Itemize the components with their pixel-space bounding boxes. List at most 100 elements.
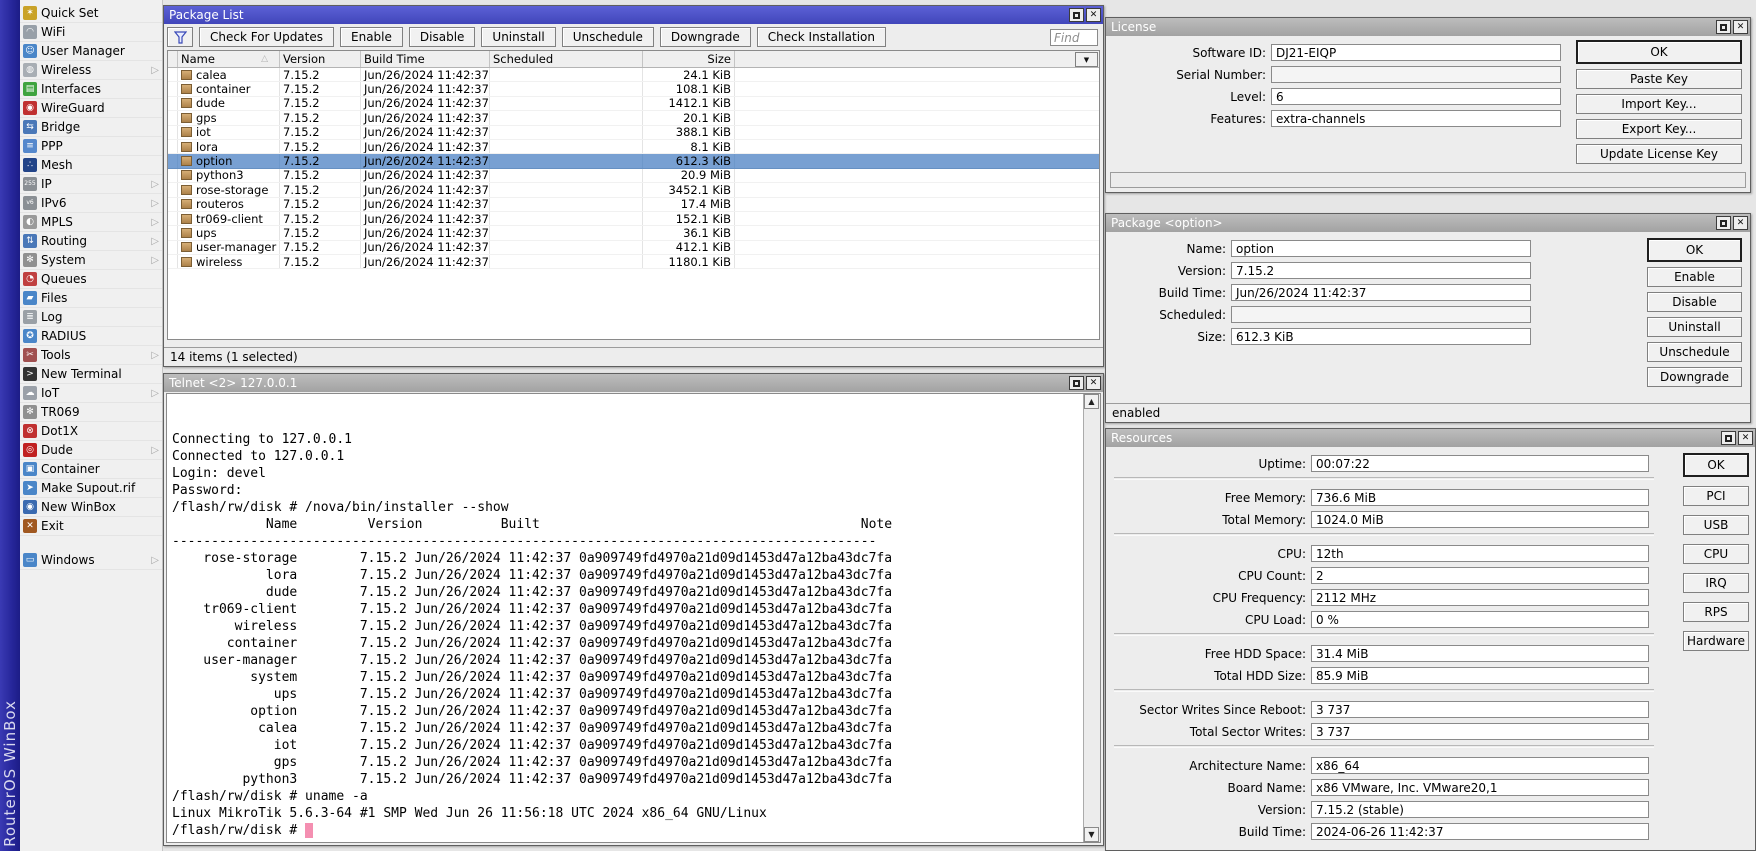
check-for-updates-button[interactable]: Check For Updates [199,27,334,47]
package-option-titlebar[interactable]: Package <option> ✕ [1106,214,1750,232]
sidebar-item-windows[interactable]: ▭Windows▷ [20,551,162,570]
license-ok-button[interactable]: OK [1576,40,1742,64]
close-button[interactable]: ✕ [1086,8,1101,22]
sidebar-item-new-winbox[interactable]: ◉New WinBox [20,498,162,517]
resources-field-board-name[interactable]: x86 VMware, Inc. VMware20,1 [1311,779,1649,796]
terminal-output[interactable]: Connecting to 127.0.0.1Connected to 127.… [172,397,1080,840]
resources-irq-button[interactable]: IRQ [1683,573,1749,593]
license-import-key-button[interactable]: Import Key... [1576,94,1742,114]
sidebar-item-ip[interactable]: 255IP▷ [20,175,162,194]
sidebar-item-new-terminal[interactable]: >New Terminal [20,365,162,384]
table-row-python3[interactable]: python37.15.2Jun/26/2024 11:42:3720.9 Mi… [168,169,1099,183]
check-installation-button[interactable]: Check Installation [757,27,886,47]
license-field-software-id[interactable]: DJ21-EIQP [1271,44,1561,61]
table-row-calea[interactable]: calea7.15.2Jun/26/2024 11:42:3724.1 KiB [168,68,1099,82]
sidebar-item-make-supout-rif[interactable]: ➤Make Supout.rif [20,479,162,498]
sidebar-item-container[interactable]: ▣Container [20,460,162,479]
column-header-version[interactable]: Version [280,51,361,67]
sidebar-item-wireless[interactable]: ◍Wireless▷ [20,61,162,80]
uninstall-button[interactable]: Uninstall [481,27,555,47]
resources-ok-button[interactable]: OK [1683,453,1749,477]
sidebar-item-system[interactable]: ✻System▷ [20,251,162,270]
maximize-button[interactable] [1069,8,1084,22]
column-header-build-time[interactable]: Build Time [361,51,490,67]
sidebar-item-interfaces[interactable]: ▤Interfaces [20,80,162,99]
resources-field-free-memory[interactable]: 736.6 MiB [1311,489,1649,506]
table-row-gps[interactable]: gps7.15.2Jun/26/2024 11:42:3720.1 KiB [168,111,1099,125]
license-paste-key-button[interactable]: Paste Key [1576,69,1742,89]
sidebar-item-user-manager[interactable]: ☺User Manager [20,42,162,61]
license-titlebar[interactable]: License ✕ [1106,18,1750,36]
resources-cpu-button[interactable]: CPU [1683,544,1749,564]
resources-titlebar[interactable]: Resources ✕ [1106,429,1755,447]
license-field-level[interactable]: 6 [1271,88,1561,105]
sidebar-item-mesh[interactable]: ∴Mesh [20,156,162,175]
package-option-downgrade-button[interactable]: Downgrade [1647,367,1742,387]
close-button[interactable]: ✕ [1738,431,1753,445]
license-export-key-button[interactable]: Export Key... [1576,119,1742,139]
license-field-features[interactable]: extra-channels [1271,110,1561,127]
table-row-routeros[interactable]: routeros7.15.2Jun/26/2024 11:42:3717.4 M… [168,198,1099,212]
table-row-rose-storage[interactable]: rose-storage7.15.2Jun/26/2024 11:42:3734… [168,183,1099,197]
sidebar-item-queues[interactable]: ◔Queues [20,270,162,289]
resources-field-cpu-frequency[interactable]: 2112 MHz [1311,589,1649,606]
package-option-disable-button[interactable]: Disable [1647,292,1742,312]
table-row-option[interactable]: option7.15.2Jun/26/2024 11:42:37612.3 Ki… [168,154,1099,168]
unschedule-button[interactable]: Unschedule [562,27,654,47]
telnet-titlebar[interactable]: Telnet <2> 127.0.0.1 ✕ [164,374,1103,392]
disable-button[interactable]: Disable [409,27,476,47]
resources-field-cpu-load[interactable]: 0 % [1311,611,1649,628]
maximize-button[interactable] [1716,216,1731,230]
sidebar-item-iot[interactable]: ☁IoT▷ [20,384,162,403]
find-input[interactable] [1050,29,1098,46]
sidebar-item-wireguard[interactable]: ◉WireGuard [20,99,162,118]
package-option-enable-button[interactable]: Enable [1647,267,1742,287]
license-update-license-key-button[interactable]: Update License Key [1576,144,1742,164]
resources-field-total-hdd-size[interactable]: 85.9 MiB [1311,667,1649,684]
resources-pci-button[interactable]: PCI [1683,486,1749,506]
package-option-field-name[interactable]: option [1231,240,1531,257]
scroll-up-button[interactable]: ▲ [1084,394,1099,409]
resources-field-free-hdd-space[interactable]: 31.4 MiB [1311,645,1649,662]
sidebar-item-exit[interactable]: ✕Exit [20,517,162,536]
package-option-field-build-time[interactable]: Jun/26/2024 11:42:37 [1231,284,1531,301]
resources-field-total-sector-writes[interactable]: 3 737 [1311,723,1649,740]
terminal-scrollbar[interactable]: ▲ ▼ [1083,394,1100,842]
close-button[interactable]: ✕ [1733,20,1748,34]
package-option-uninstall-button[interactable]: Uninstall [1647,317,1742,337]
maximize-button[interactable] [1069,376,1084,390]
resources-field-architecture-name[interactable]: x86_64 [1311,757,1649,774]
resources-hardware-button[interactable]: Hardware [1683,631,1749,651]
enable-button[interactable]: Enable [340,27,403,47]
package-option-field-size[interactable]: 612.3 KiB [1231,328,1531,345]
sidebar-item-radius[interactable]: ✪RADIUS [20,327,162,346]
resources-field-sector-writes-since-reboot[interactable]: 3 737 [1311,701,1649,718]
table-row-wireless[interactable]: wireless7.15.2Jun/26/2024 11:42:371180.1… [168,255,1099,269]
package-option-unschedule-button[interactable]: Unschedule [1647,342,1742,362]
table-row-user-manager[interactable]: user-manager7.15.2Jun/26/2024 11:42:3741… [168,241,1099,255]
resources-field-uptime[interactable]: 00:07:22 [1311,455,1649,472]
sidebar-item-quick-set[interactable]: ✶Quick Set [20,4,162,23]
filter-button[interactable] [167,27,193,47]
resources-usb-button[interactable]: USB [1683,515,1749,535]
column-header-size[interactable]: Size [643,51,735,67]
package-list-titlebar[interactable]: Package List ✕ [164,6,1103,24]
package-option-field-version[interactable]: 7.15.2 [1231,262,1531,279]
column-select-button[interactable]: ▼ [1075,52,1098,67]
table-row-tr069-client[interactable]: tr069-client7.15.2Jun/26/2024 11:42:3715… [168,212,1099,226]
sidebar-item-tr069[interactable]: ✻TR069 [20,403,162,422]
sidebar-item-wifi[interactable]: ◠WiFi [20,23,162,42]
package-option-field-scheduled[interactable] [1231,306,1531,323]
table-row-container[interactable]: container7.15.2Jun/26/2024 11:42:37108.1… [168,82,1099,96]
maximize-button[interactable] [1716,20,1731,34]
resources-field-build-time[interactable]: 2024-06-26 11:42:37 [1311,823,1649,840]
downgrade-button[interactable]: Downgrade [660,27,751,47]
package-option-ok-button[interactable]: OK [1647,238,1742,262]
column-header-name[interactable]: Name△ [178,51,280,67]
table-row-dude[interactable]: dude7.15.2Jun/26/2024 11:42:371412.1 KiB [168,97,1099,111]
resources-field-version[interactable]: 7.15.2 (stable) [1311,801,1649,818]
sidebar-item-log[interactable]: ≣Log [20,308,162,327]
sidebar-item-files[interactable]: ▰Files [20,289,162,308]
table-row-ups[interactable]: ups7.15.2Jun/26/2024 11:42:3736.1 KiB [168,226,1099,240]
sidebar-item-dot1x[interactable]: ⊗Dot1X [20,422,162,441]
